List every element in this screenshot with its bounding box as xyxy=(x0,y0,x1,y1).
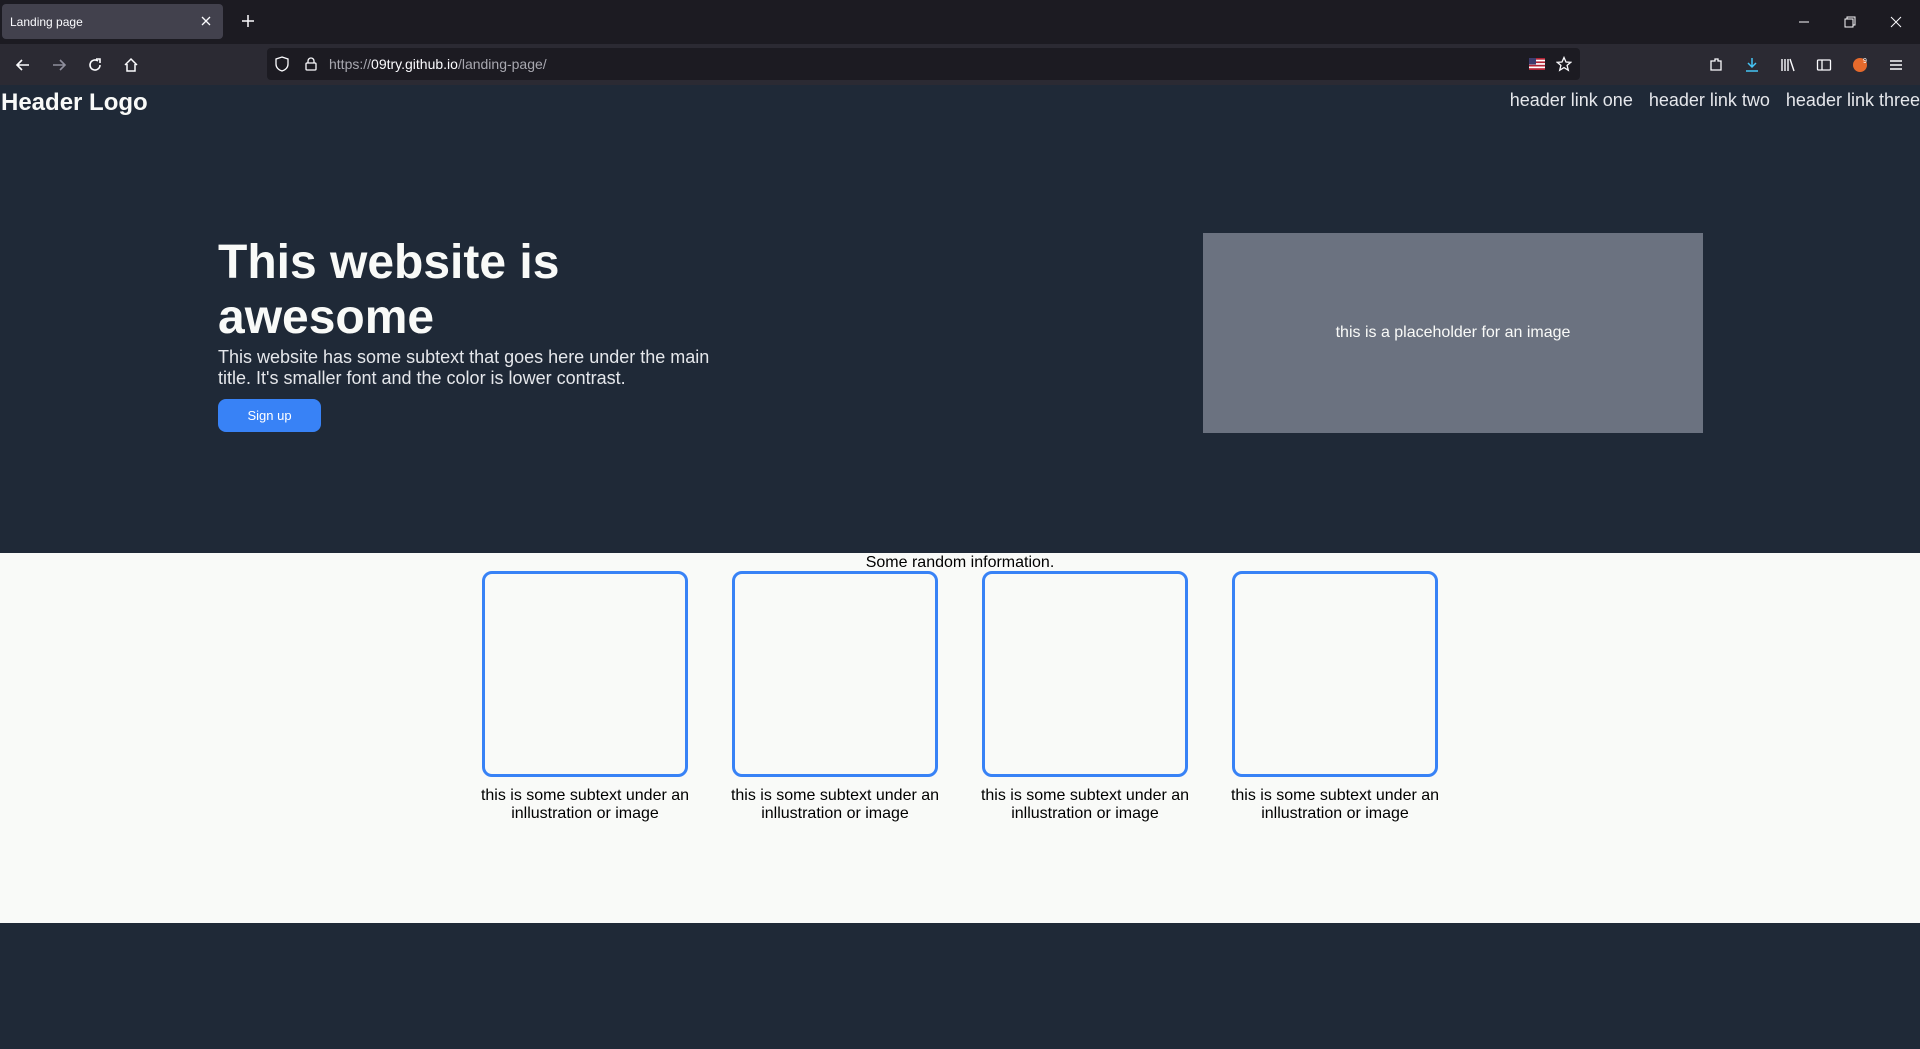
extensions-icon[interactable] xyxy=(1703,52,1729,78)
library-icon[interactable] xyxy=(1775,52,1801,78)
lock-icon[interactable] xyxy=(301,54,321,74)
placeholder-text: this is a placeholder for an image xyxy=(1335,324,1571,341)
card-subtext: this is some subtext under an inllustrat… xyxy=(480,787,690,822)
star-icon[interactable] xyxy=(1554,54,1574,74)
browser-tab-bar: Landing page xyxy=(0,0,1920,44)
card-subtext: this is some subtext under an inllustrat… xyxy=(1230,787,1440,822)
restore-icon[interactable] xyxy=(1838,10,1862,34)
shield-icon[interactable] xyxy=(272,54,292,74)
menu-icon[interactable] xyxy=(1883,52,1909,78)
card-subtext: this is some subtext under an inllustrat… xyxy=(730,787,940,822)
info-card: this is some subtext under an inllustrat… xyxy=(980,571,1190,823)
card-subtext: this is some subtext under an inllustrat… xyxy=(980,787,1190,822)
info-card: this is some subtext under an inllustrat… xyxy=(480,571,690,823)
info-card: this is some subtext under an inllustrat… xyxy=(1230,571,1440,823)
url-path: /landing-page/ xyxy=(457,56,547,72)
header-link-three[interactable]: header link three xyxy=(1786,90,1920,111)
minimize-icon[interactable] xyxy=(1792,10,1816,34)
info-card: this is some subtext under an inllustrat… xyxy=(730,571,940,823)
reload-icon[interactable] xyxy=(82,52,108,78)
hero-section: Header Logo header link one header link … xyxy=(0,85,1920,553)
flag-icon[interactable] xyxy=(1527,54,1547,74)
card-image-box xyxy=(482,571,688,777)
info-section: Some random information. this is some su… xyxy=(0,553,1920,923)
url-prefix: https:// xyxy=(329,56,372,72)
web-page: Header Logo header link one header link … xyxy=(0,85,1920,1049)
home-icon[interactable] xyxy=(118,52,144,78)
footer-section xyxy=(0,923,1920,1049)
plus-icon[interactable] xyxy=(236,10,260,34)
header-link-two[interactable]: header link two xyxy=(1649,90,1770,111)
back-icon[interactable] xyxy=(10,52,36,78)
window-close-icon[interactable] xyxy=(1884,10,1908,34)
header-link-one[interactable]: header link one xyxy=(1510,90,1633,111)
hero-title: This website is awesome xyxy=(218,236,560,344)
header-logo[interactable]: Header Logo xyxy=(1,89,148,117)
sidebar-icon[interactable] xyxy=(1811,52,1837,78)
account-icon[interactable]: 9 xyxy=(1847,52,1873,78)
card-image-box xyxy=(1232,571,1438,777)
sign-up-button[interactable]: Sign up xyxy=(218,399,321,432)
download-icon[interactable] xyxy=(1739,52,1765,78)
tab-landing-page[interactable]: Landing page xyxy=(2,4,223,39)
info-title: Some random information. xyxy=(865,554,1055,571)
hero-image-placeholder: this is a placeholder for an image xyxy=(1203,233,1703,433)
tab-title: Landing page xyxy=(10,14,83,29)
url-text[interactable]: https://09try.github.io/landing-page/ xyxy=(329,56,547,72)
browser-nav-bar: https://09try.github.io/landing-page/ 9 xyxy=(0,44,1920,85)
close-icon[interactable] xyxy=(198,13,214,29)
notification-count: 9 xyxy=(1863,58,1867,65)
header-links: header link one header link two header l… xyxy=(1510,90,1920,111)
url-host: 09try.github.io xyxy=(371,56,458,72)
card-image-box xyxy=(732,571,938,777)
url-bar[interactable]: https://09try.github.io/landing-page/ xyxy=(267,48,1580,80)
card-image-box xyxy=(982,571,1188,777)
hero-subtext: This website has some subtext that goes … xyxy=(218,347,710,388)
forward-icon[interactable] xyxy=(46,52,72,78)
